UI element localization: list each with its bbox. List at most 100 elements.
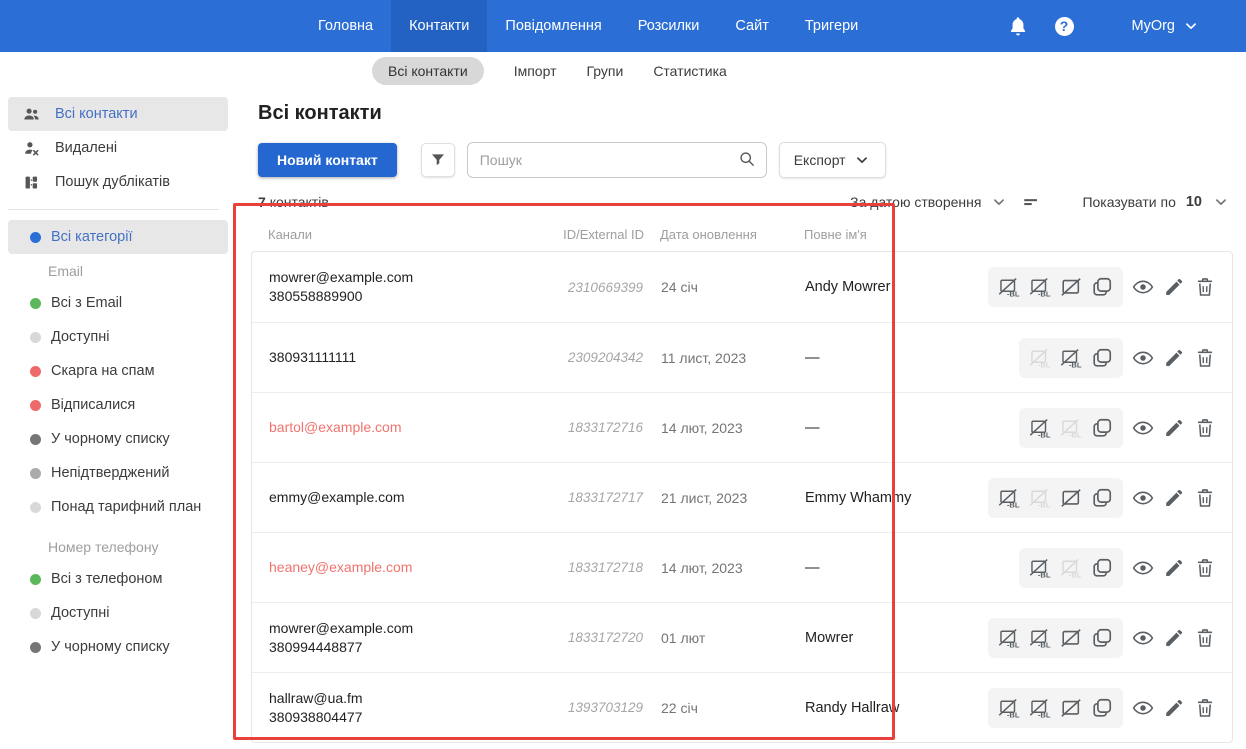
copy-contact-button[interactable] bbox=[1091, 417, 1113, 439]
nav-item-triggers[interactable]: Тригери bbox=[787, 0, 876, 52]
edit-contact-button[interactable] bbox=[1163, 276, 1185, 298]
view-contact-button[interactable] bbox=[1132, 276, 1154, 298]
subnav-statistics[interactable]: Статистика bbox=[653, 63, 727, 79]
delete-contact-button[interactable] bbox=[1194, 557, 1216, 579]
delete-contact-button[interactable] bbox=[1194, 487, 1216, 509]
chevron-down-icon bbox=[1182, 17, 1200, 35]
view-contact-button[interactable] bbox=[1132, 627, 1154, 649]
edit-contact-button[interactable] bbox=[1163, 487, 1185, 509]
email-blacklist-button[interactable] bbox=[1029, 557, 1051, 579]
view-contact-button[interactable] bbox=[1132, 487, 1154, 509]
edit-contact-button[interactable] bbox=[1163, 417, 1185, 439]
edit-contact-button[interactable] bbox=[1163, 627, 1185, 649]
channels-cell: mowrer@example.com 380558889900 bbox=[269, 268, 521, 306]
copy-contact-button[interactable] bbox=[1091, 276, 1113, 298]
table-row[interactable]: heaney@example.com 1833172718 14 лют, 20… bbox=[252, 532, 1232, 602]
table-row[interactable]: bartol@example.com 1833172716 14 лют, 20… bbox=[252, 392, 1232, 462]
sidebar-item-duplicates[interactable]: Пошук дублікатів bbox=[8, 165, 228, 199]
contact-phone: 380558889900 bbox=[269, 288, 363, 304]
search-icon[interactable] bbox=[738, 150, 756, 168]
email-blacklist-button[interactable] bbox=[998, 697, 1020, 719]
email-blacklist-button[interactable] bbox=[1029, 417, 1051, 439]
subnav-groups[interactable]: Групи bbox=[586, 63, 623, 79]
nav-item-site[interactable]: Сайт bbox=[717, 0, 786, 52]
contact-email: hallraw@ua.fm bbox=[269, 689, 363, 706]
sort-order-button[interactable] bbox=[1022, 193, 1040, 211]
delete-contact-button[interactable] bbox=[1194, 417, 1216, 439]
view-contact-button[interactable] bbox=[1132, 417, 1154, 439]
sidebar-item-label: Пошук дублікатів bbox=[55, 174, 170, 190]
sidebar-item-all-contacts[interactable]: Всі контакти bbox=[8, 97, 228, 131]
unsubscribe-button[interactable] bbox=[1060, 487, 1082, 509]
view-contact-button[interactable] bbox=[1132, 347, 1154, 369]
org-switcher[interactable]: MyOrg bbox=[1132, 17, 1201, 35]
category-dot bbox=[30, 501, 41, 513]
search-input[interactable] bbox=[466, 142, 767, 178]
table-row[interactable]: 380931111111 2309204342 11 лист, 2023 — bbox=[252, 322, 1232, 392]
col-updated: Дата оновлення bbox=[660, 226, 757, 242]
export-button[interactable]: Експорт bbox=[778, 142, 886, 178]
category-email-over-plan[interactable]: Понад тарифний план bbox=[8, 490, 228, 524]
phone-blacklist-button[interactable] bbox=[1029, 697, 1051, 719]
category-email-blacklisted[interactable]: У чорному списку bbox=[8, 422, 228, 456]
category-email-unsubscribed[interactable]: Відписалися bbox=[8, 388, 228, 422]
delete-contact-button[interactable] bbox=[1194, 347, 1216, 369]
copy-contact-button[interactable] bbox=[1091, 347, 1113, 369]
unsubscribe-button[interactable] bbox=[1060, 276, 1082, 298]
help-icon[interactable]: ? bbox=[1054, 16, 1074, 36]
email-blacklist-button[interactable] bbox=[998, 627, 1020, 649]
category-email-available[interactable]: Доступні bbox=[8, 320, 228, 354]
channels-cell: emmy@example.com bbox=[269, 488, 521, 507]
delete-contact-button[interactable] bbox=[1194, 697, 1216, 719]
view-contact-button[interactable] bbox=[1132, 557, 1154, 579]
sort-by-select[interactable]: За датою створення bbox=[850, 193, 1008, 211]
table-row[interactable]: mowrer@example.com 380994448877 18331727… bbox=[252, 602, 1232, 672]
category-phone-all[interactable]: Всі з телефоном bbox=[8, 562, 228, 596]
notifications-bell-icon[interactable] bbox=[1007, 15, 1029, 37]
phone-blacklist-button[interactable] bbox=[1029, 627, 1051, 649]
copy-contact-button[interactable] bbox=[1091, 487, 1113, 509]
unsubscribe-button[interactable] bbox=[1060, 627, 1082, 649]
table-row[interactable]: hallraw@ua.fm 380938804477 1393703129 22… bbox=[252, 672, 1232, 742]
delete-contact-button[interactable] bbox=[1194, 276, 1216, 298]
per-page-select[interactable]: Показувати по 10 bbox=[1082, 193, 1230, 211]
per-page-value: 10 bbox=[1185, 194, 1202, 210]
delete-contact-button[interactable] bbox=[1194, 627, 1216, 649]
contact-email: heaney@example.com bbox=[269, 559, 413, 575]
category-email-unconfirmed[interactable]: Непідтверджений bbox=[8, 456, 228, 490]
subnav-import[interactable]: Імпорт bbox=[514, 63, 557, 79]
copy-contact-button[interactable] bbox=[1091, 697, 1113, 719]
email-blacklist-button[interactable] bbox=[998, 487, 1020, 509]
category-label: Непідтверджений bbox=[51, 465, 170, 481]
table-row[interactable]: mowrer@example.com 380558889900 23106693… bbox=[252, 252, 1232, 322]
main-content: Всі контакти Новий контакт Експорт 7 кон… bbox=[235, 90, 1246, 749]
edit-contact-button[interactable] bbox=[1163, 697, 1185, 719]
subnav-all-contacts[interactable]: Всі контакти bbox=[372, 57, 484, 85]
copy-contact-button[interactable] bbox=[1091, 557, 1113, 579]
updated-date: 14 лют, 2023 bbox=[661, 559, 743, 576]
edit-contact-button[interactable] bbox=[1163, 347, 1185, 369]
phone-blacklist-button[interactable] bbox=[1060, 347, 1082, 369]
nav-item-contacts[interactable]: Контакти bbox=[391, 0, 488, 52]
email-blacklist-button[interactable] bbox=[998, 276, 1020, 298]
page-title: Всі контакти bbox=[258, 102, 382, 124]
phone-blacklist-button[interactable] bbox=[1029, 276, 1051, 298]
category-email-all[interactable]: Всі з Email bbox=[8, 286, 228, 320]
sidebar-item-deleted[interactable]: Видалені bbox=[8, 131, 228, 165]
category-phone-available[interactable]: Доступні bbox=[8, 596, 228, 630]
full-name: Mowrer bbox=[805, 629, 854, 646]
nav-item-campaigns[interactable]: Розсилки bbox=[620, 0, 718, 52]
nav-item-messages[interactable]: Повідомлення bbox=[487, 0, 619, 52]
nav-item-home[interactable]: Головна bbox=[300, 0, 391, 52]
copy-contact-button[interactable] bbox=[1091, 627, 1113, 649]
search-box bbox=[466, 142, 767, 178]
category-phone-blacklisted[interactable]: У чорному списку bbox=[8, 630, 228, 664]
table-row[interactable]: emmy@example.com 1833172717 21 лист, 202… bbox=[252, 462, 1232, 532]
new-contact-button[interactable]: Новий контакт bbox=[258, 143, 397, 177]
category-email-spam-complaint[interactable]: Скарга на спам bbox=[8, 354, 228, 388]
category-all[interactable]: Всі категорії bbox=[8, 220, 228, 254]
edit-contact-button[interactable] bbox=[1163, 557, 1185, 579]
unsubscribe-button[interactable] bbox=[1060, 697, 1082, 719]
view-contact-button[interactable] bbox=[1132, 697, 1154, 719]
filter-button[interactable] bbox=[420, 143, 455, 177]
